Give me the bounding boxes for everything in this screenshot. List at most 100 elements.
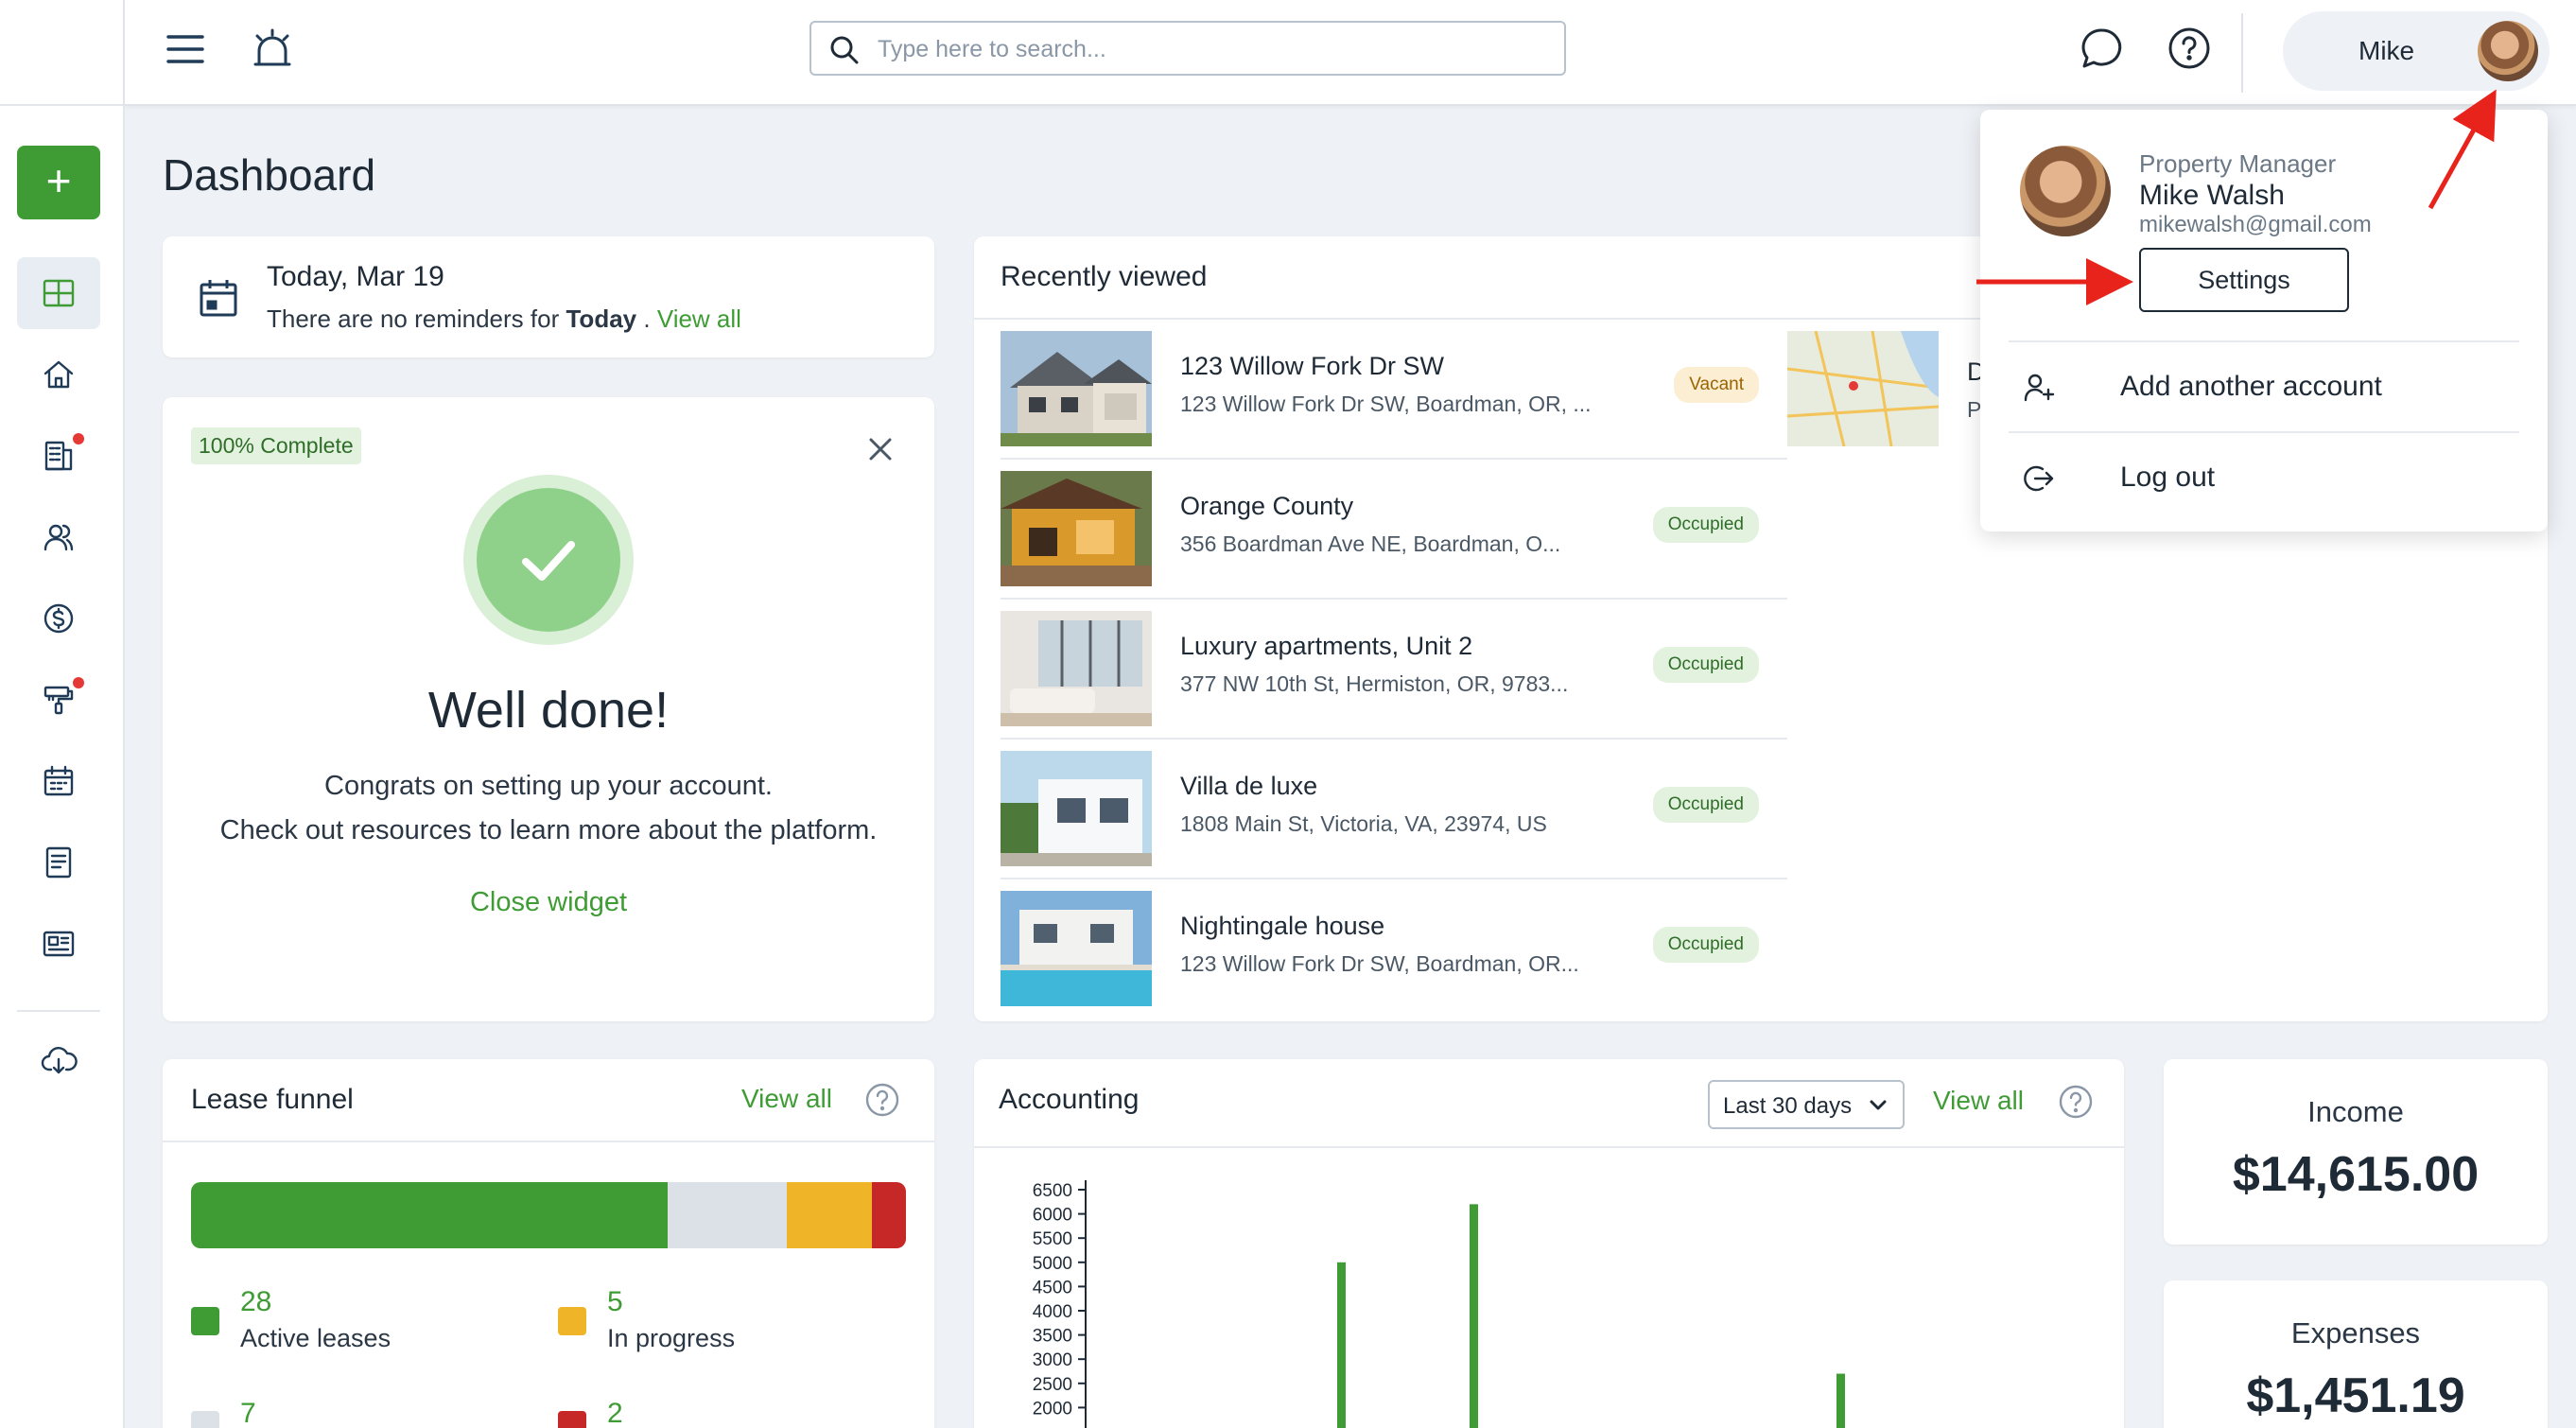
chat-icon[interactable] <box>2079 25 2126 72</box>
funnel-segment-3 <box>872 1182 906 1248</box>
divider <box>2009 340 2519 342</box>
property-address: 123 Willow Fork Dr SW, Boardman, OR, ... <box>1180 392 1592 416</box>
today-card: Today, Mar 19 There are no reminders for… <box>163 236 934 357</box>
avatar <box>2478 21 2538 81</box>
map-thumbnail[interactable] <box>1787 331 1939 446</box>
welcome-line-1: Congrats on setting up your account. <box>324 771 773 801</box>
y-tick-label: 6500 <box>1033 1181 1072 1201</box>
accounting-chart: 6500 6000 5500 5000 4500 4000 3500 3000 2500 2000 <box>1033 1180 1845 1428</box>
chart-bar <box>1836 1373 1845 1428</box>
property-name: Nightingale house <box>1180 912 1385 940</box>
date-range-select[interactable]: Last 30 days <box>1708 1080 1905 1129</box>
search-bar[interactable] <box>809 21 1566 76</box>
menu-icon[interactable] <box>165 28 206 70</box>
expenses-card: Expenses $1,451.19 <box>2164 1280 2548 1428</box>
divider <box>163 1141 934 1142</box>
divider <box>2009 431 2519 433</box>
red-count: 2 <box>607 1398 623 1428</box>
chevron-down-icon <box>1870 1100 1887 1110</box>
add-account-label: Add another account <box>2120 371 2382 402</box>
help-icon[interactable] <box>2166 25 2213 72</box>
home-icon <box>44 360 74 389</box>
logout-menu-item[interactable]: Log out <box>2009 443 2519 513</box>
y-tick-label: 2500 <box>1033 1375 1072 1395</box>
document-icon <box>45 846 72 879</box>
welcome-title: Well done! <box>427 682 670 739</box>
reminders-today: Today <box>566 305 637 333</box>
success-check-icon <box>463 475 634 645</box>
y-tick-label: 2000 <box>1033 1399 1072 1419</box>
alarm-icon[interactable] <box>250 26 295 72</box>
today-title: Today, Mar 19 <box>267 261 444 292</box>
sidebar-item-dashboard[interactable] <box>17 257 100 329</box>
legend-swatch-red <box>558 1411 586 1428</box>
lease-funnel-view-all-link[interactable]: View all <box>741 1084 832 1114</box>
settings-button[interactable]: Settings <box>2139 248 2349 312</box>
avatar <box>2020 146 2111 236</box>
y-tick-label: 3500 <box>1033 1327 1072 1347</box>
in-progress-label: In progress <box>607 1324 736 1352</box>
sidebar: + <box>0 0 125 1428</box>
search-input[interactable] <box>878 30 1540 68</box>
expenses-label: Expenses <box>2290 1316 2421 1350</box>
calendar-icon <box>200 280 237 317</box>
search-icon <box>830 36 859 64</box>
sidebar-divider <box>17 1010 100 1012</box>
status-badge: Occupied <box>1652 647 1759 683</box>
property-photo <box>1001 891 1152 1006</box>
progress-badge: 100% Complete <box>191 427 361 464</box>
reminders-text: There are no reminders for Today . View … <box>267 305 741 334</box>
welcome-message: Congrats on setting up your account. Che… <box>163 764 934 853</box>
income-label: Income <box>2307 1095 2404 1128</box>
sidebar-item-accounting[interactable] <box>17 583 100 654</box>
accounting-title: Accounting <box>999 1084 1140 1115</box>
chart-bar <box>1470 1204 1478 1428</box>
accounting-view-all-link[interactable]: View all <box>1933 1086 2024 1116</box>
logout-label: Log out <box>2120 461 2216 493</box>
sidebar-item-buildings[interactable] <box>17 420 100 492</box>
accounting-card: Accounting Last 30 days View all 6500 600… <box>974 1059 2124 1428</box>
income-value: $14,615.00 <box>2232 1147 2480 1202</box>
help-icon[interactable] <box>864 1082 900 1118</box>
sidebar-item-maintenance[interactable] <box>17 664 100 736</box>
property-photo <box>1001 611 1152 726</box>
help-icon[interactable] <box>2058 1084 2094 1120</box>
property-row[interactable]: Nightingale house 123 Willow Fork Dr SW,… <box>1001 879 1787 1019</box>
sidebar-item-people[interactable] <box>17 501 100 573</box>
y-tick-label: 4000 <box>1033 1302 1072 1322</box>
property-name: Villa de luxe <box>1180 772 1318 800</box>
property-row[interactable]: 123 Willow Fork Dr SW 123 Willow Fork Dr… <box>1001 320 1787 460</box>
property-row[interactable]: Villa de luxe 1808 Main St, Victoria, VA… <box>1001 740 1787 879</box>
property-row[interactable]: Luxury apartments, Unit 2 377 NW 10th St… <box>1001 600 1787 740</box>
add-new-button[interactable]: + <box>17 146 100 219</box>
sidebar-item-documents[interactable] <box>17 827 100 898</box>
sidebar-item-calendar[interactable] <box>17 745 100 817</box>
sidebar-item-home[interactable] <box>17 339 100 410</box>
user-email: mikewalsh@gmail.com <box>2139 212 2372 237</box>
property-name: Luxury apartments, Unit 2 <box>1180 632 1473 660</box>
close-widget-link[interactable]: Close widget <box>163 887 934 918</box>
add-account-menu-item[interactable]: Add another account <box>2009 352 2519 422</box>
page-title: Dashboard <box>163 150 376 200</box>
legend-swatch-in-progress <box>558 1307 586 1335</box>
in-progress-count: 5 <box>607 1286 623 1317</box>
property-photo <box>1001 331 1152 446</box>
user-menu-button[interactable]: Mike <box>2283 11 2550 91</box>
view-all-reminders-link[interactable]: View all <box>657 305 741 333</box>
legend-swatch-active <box>191 1307 219 1335</box>
close-icon[interactable] <box>866 435 895 463</box>
funnel-segment-0 <box>191 1182 668 1248</box>
property-row[interactable]: Orange County 356 Boardman Ave NE, Board… <box>1001 460 1787 600</box>
property-photo <box>1001 751 1152 866</box>
y-tick-label: 5500 <box>1033 1229 1072 1249</box>
sidebar-item-download[interactable] <box>17 1025 100 1097</box>
dashboard-icon <box>43 279 75 307</box>
topbar: Mike <box>125 0 2576 106</box>
status-badge: Occupied <box>1652 507 1759 543</box>
legend-swatch-other <box>191 1411 219 1428</box>
notification-dot <box>73 433 84 444</box>
people-icon <box>44 524 74 551</box>
sidebar-item-reports[interactable] <box>17 908 100 980</box>
property-name: Orange County <box>1180 492 1354 520</box>
welcome-widget: 100% Complete Well done! Congrats on set… <box>163 397 934 1021</box>
